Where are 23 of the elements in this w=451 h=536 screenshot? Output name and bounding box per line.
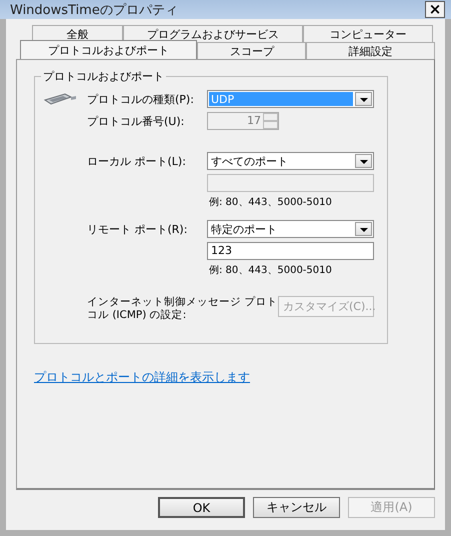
window-title: WindowsTimeのプロパティ [10,2,178,18]
hint-text: 例: 80、443、5000-5010 [208,264,332,278]
field-label: プロトコル番号(U): [87,114,186,128]
field-label: プロトコルの種類(P): [87,92,195,106]
help-link[interactable]: プロトコルとポートの詳細を表示します [34,369,250,386]
icmp-label: インターネット制御メッセージ プロトコル (ICMP) の設定: [87,296,278,322]
remote-port-dropdown[interactable]: 特定のポート [207,220,374,238]
tab[interactable]: プロトコルおよびポート [20,40,198,59]
connector-icon [43,91,77,107]
input-field[interactable]: 123 [207,242,374,260]
dialog-button[interactable]: キャンセル [253,497,340,518]
group-title: プロトコルおよびポート [41,69,166,84]
hint-text: 例: 80、443、5000-5010 [208,196,332,210]
spin-buttons-icon [263,113,278,129]
tab[interactable]: スコープ [197,42,306,59]
close-button[interactable]: × [425,1,445,18]
local-port-dropdown[interactable]: すべてのポート [207,152,374,170]
dialog-button[interactable]: OK [158,497,245,518]
field-label: ローカル ポート(L): [87,154,187,168]
tab[interactable]: コンピューター [302,25,433,42]
field-label: リモート ポート(R): [87,222,188,236]
tab[interactable]: 詳細設定 [306,42,435,59]
tab[interactable]: プログラムおよびサービス [122,25,303,42]
